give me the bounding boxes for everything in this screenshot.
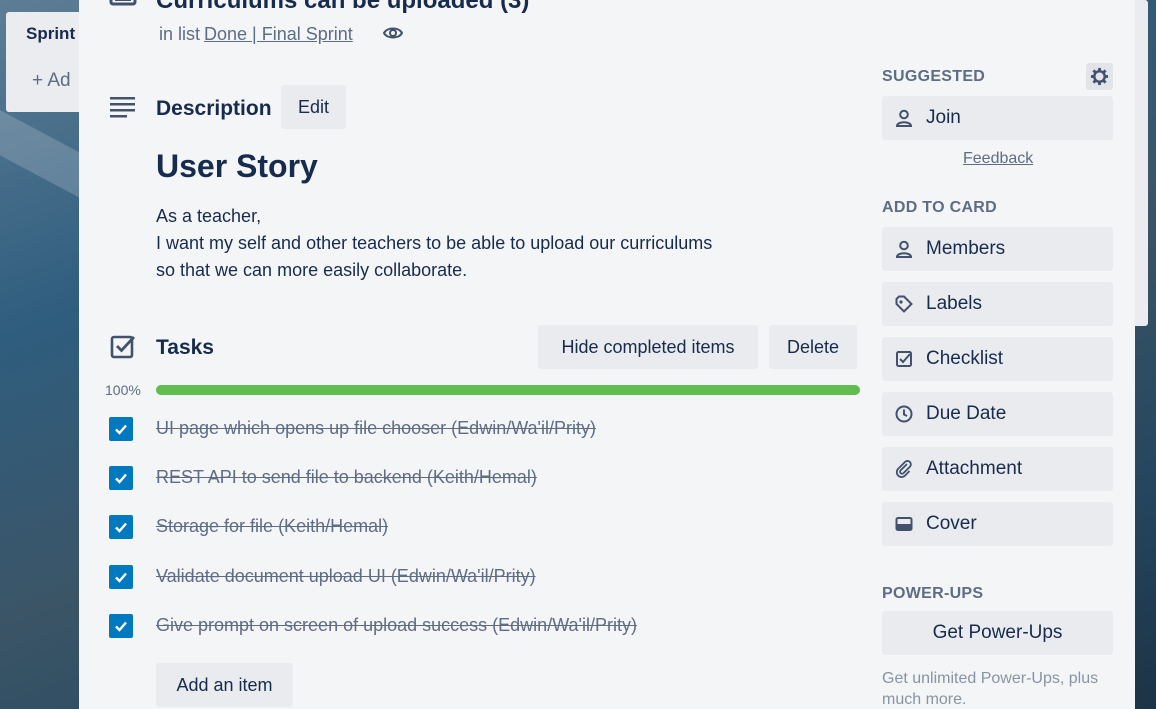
paperclip-icon: [894, 459, 914, 479]
checklist-item-text[interactable]: UI page which opens up file chooser (Edw…: [156, 418, 596, 439]
suggested-settings-button[interactable]: [1086, 63, 1113, 90]
description-line: so that we can more easily collaborate.: [156, 260, 468, 280]
checklist-item[interactable]: Validate document upload UI (Edwin/Wa'il…: [109, 564, 536, 590]
checkbox[interactable]: [109, 515, 133, 539]
checklist-icon: [110, 335, 136, 359]
check-icon: [115, 473, 127, 484]
background-add-card[interactable]: + Ad: [32, 70, 71, 92]
feedback-link[interactable]: Feedback: [963, 150, 1033, 168]
checklist-item[interactable]: Storage for file (Keith/Hemal): [109, 514, 388, 540]
progress-bar-fill: [156, 385, 860, 395]
description-heading: Description: [156, 97, 272, 120]
description-line: I want my self and other teachers to be …: [156, 233, 713, 253]
user-story-title: User Story: [156, 148, 318, 184]
members-label: Members: [926, 238, 1006, 259]
checklist-title[interactable]: Tasks: [156, 336, 214, 360]
check-square-icon: [894, 349, 914, 369]
card-detail-modal: Curriculums can be uploaded (3) in list D…: [79, 0, 1135, 709]
card-list-info: in list Done | Final Sprint: [159, 24, 353, 45]
join-label: Join: [926, 107, 961, 128]
card-icon: [109, 0, 137, 6]
add-item-button[interactable]: Add an item: [156, 663, 293, 707]
add-to-card-heading: ADD TO CARD: [882, 199, 998, 216]
progress-bar: [156, 385, 860, 395]
description-icon: [110, 97, 135, 118]
get-powerups-button[interactable]: Get Power-Ups: [882, 611, 1113, 655]
in-list-prefix: in list: [159, 24, 201, 44]
clock-icon: [894, 404, 914, 424]
hide-completed-button[interactable]: Hide completed items: [538, 325, 758, 369]
checklist-item-text[interactable]: Storage for file (Keith/Hemal): [156, 516, 388, 537]
checklist-item-text[interactable]: REST API to send file to backend (Keith/…: [156, 467, 537, 488]
checklist-button[interactable]: Checklist: [882, 337, 1113, 381]
join-button[interactable]: Join: [882, 96, 1113, 140]
due-date-button[interactable]: Due Date: [882, 392, 1113, 436]
edit-description-button[interactable]: Edit: [281, 85, 346, 129]
checklist-item-text[interactable]: Give prompt on screen of upload success …: [156, 615, 637, 636]
checklist-item[interactable]: REST API to send file to backend (Keith/…: [109, 465, 537, 491]
eye-icon[interactable]: [383, 24, 403, 42]
powerups-heading: POWER-UPS: [882, 585, 984, 602]
suggested-heading: SUGGESTED: [882, 68, 986, 85]
person-icon: [894, 239, 914, 259]
progress-percent: 100%: [105, 382, 141, 398]
attachment-button[interactable]: Attachment: [882, 447, 1113, 491]
checkbox[interactable]: [109, 466, 133, 490]
card-title[interactable]: Curriculums can be uploaded (3): [156, 0, 529, 15]
check-icon: [115, 572, 127, 583]
checkbox[interactable]: [109, 417, 133, 441]
check-icon: [115, 522, 127, 533]
powerups-note: Get unlimited Power-Ups, plus much more.: [882, 670, 1099, 708]
get-powerups-label: Get Power-Ups: [932, 622, 1063, 643]
delete-checklist-button[interactable]: Delete: [769, 325, 857, 369]
check-icon: [115, 424, 127, 435]
labels-label: Labels: [926, 293, 982, 314]
checkbox[interactable]: [109, 614, 133, 638]
description-body: As a teacher, I want my self and other t…: [156, 203, 712, 284]
cover-button[interactable]: Cover: [882, 502, 1113, 546]
checklist-item-text[interactable]: Validate document upload UI (Edwin/Wa'il…: [156, 566, 536, 587]
members-button[interactable]: Members: [882, 227, 1113, 271]
tag-icon: [894, 294, 914, 314]
attachment-label: Attachment: [926, 458, 1023, 479]
labels-button[interactable]: Labels: [882, 282, 1113, 326]
description-line: As a teacher,: [156, 206, 262, 226]
checklist-item[interactable]: Give prompt on screen of upload success …: [109, 613, 637, 639]
checklist-label: Checklist: [926, 348, 1004, 369]
list-link[interactable]: Done | Final Sprint: [204, 24, 353, 44]
checklist-item[interactable]: UI page which opens up file chooser (Edw…: [109, 416, 596, 442]
gear-icon: [1090, 67, 1109, 86]
cover-icon: [894, 514, 914, 534]
check-icon: [115, 621, 127, 632]
due-date-label: Due Date: [926, 403, 1007, 424]
person-icon: [894, 108, 914, 128]
cover-label: Cover: [926, 513, 977, 534]
checkbox[interactable]: [109, 565, 133, 589]
background-list-title: Sprint: [26, 24, 76, 43]
